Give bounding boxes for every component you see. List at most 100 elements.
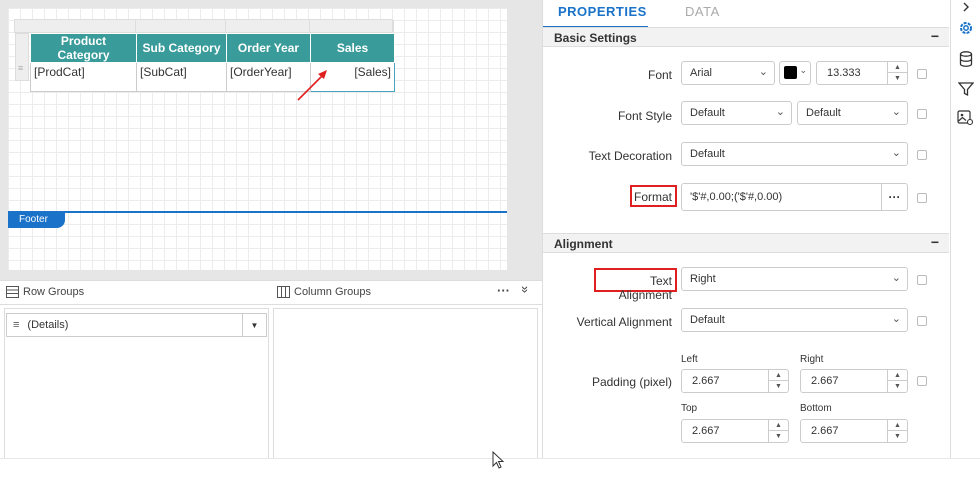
spin-down-icon[interactable]: ▼ <box>769 381 788 392</box>
drag-handle-icon[interactable]: ≡ <box>13 319 19 331</box>
padding-label: Padding (pixel) <box>591 375 672 389</box>
collapse-icon[interactable]: − <box>931 234 939 250</box>
padding-checkbox[interactable] <box>917 376 927 386</box>
padding-right-stepper[interactable]: 2.667 ▲ ▼ <box>800 369 908 393</box>
vertical-alignment-value: Default <box>690 314 725 326</box>
spin-up-icon[interactable]: ▲ <box>888 420 907 431</box>
basic-settings-header[interactable]: Basic Settings − <box>543 27 949 47</box>
padding-left-stepper[interactable]: 2.667 ▲ ▼ <box>681 369 789 393</box>
spin-down-icon[interactable]: ▼ <box>888 431 907 442</box>
font-label: Font <box>647 68 672 82</box>
vertical-alignment-select[interactable]: Default ⌄ <box>681 308 908 332</box>
alignment-title: Alignment <box>554 237 613 251</box>
chevron-down-icon: ⌄ <box>775 106 785 118</box>
format-more-button[interactable]: ··· <box>881 184 907 210</box>
font-style-label: Font Style <box>617 109 672 123</box>
font-weight-value: Default <box>806 107 841 119</box>
spin-up-icon[interactable]: ▲ <box>888 62 907 73</box>
format-field[interactable]: '$'#,0.00;('$'#,0.00) ··· <box>681 183 908 211</box>
tab-properties[interactable]: PROPERTIES <box>558 4 647 19</box>
footer-tab[interactable]: Footer <box>8 211 65 228</box>
row-groups-header[interactable]: Row Groups <box>6 286 84 298</box>
padding-bottom-label: Bottom <box>800 403 832 414</box>
column-groups-label: Column Groups <box>294 286 372 298</box>
more-options-icon: ··· <box>888 190 901 204</box>
text-decoration-value: Default <box>690 148 725 160</box>
text-decoration-checkbox[interactable] <box>917 150 927 160</box>
padding-right-spinner[interactable]: ▲ ▼ <box>887 370 907 392</box>
font-color-swatch <box>784 66 797 79</box>
chevron-down-icon: ⌄ <box>799 65 807 75</box>
spin-up-icon[interactable]: ▲ <box>769 370 788 381</box>
tab-data[interactable]: DATA <box>685 4 720 19</box>
column-groups-list <box>273 308 538 460</box>
database-icon[interactable] <box>951 45 980 73</box>
font-size-stepper[interactable]: 13.333 ▲ ▼ <box>816 61 908 85</box>
font-checkbox[interactable] <box>917 69 927 79</box>
tablix-details-row: [ProdCat] [SubCat] [OrderYear] [Sales] <box>30 62 395 92</box>
footer-divider <box>8 211 507 213</box>
padding-bottom-stepper[interactable]: 2.667 ▲ ▼ <box>800 419 908 443</box>
bottom-strip <box>0 458 980 480</box>
text-decoration-select[interactable]: Default ⌄ <box>681 142 908 166</box>
padding-bottom-value: 2.667 <box>811 425 839 437</box>
grouping-panel-header: Row Groups Column Groups ··· » <box>0 281 542 305</box>
font-family-value: Arial <box>690 67 713 79</box>
chevron-right-icon[interactable] <box>951 0 980 14</box>
padding-bottom-spinner[interactable]: ▲ ▼ <box>887 420 907 442</box>
text-decoration-label: Text Decoration <box>588 149 672 163</box>
chevron-down-icon: ⌄ <box>891 313 901 325</box>
more-options-icon[interactable]: ··· <box>497 283 510 298</box>
collapse-icon[interactable]: − <box>931 28 939 44</box>
font-style-select[interactable]: Default ⌄ <box>681 101 792 125</box>
spin-down-icon[interactable]: ▼ <box>888 73 907 84</box>
header-sales[interactable]: Sales <box>310 33 395 63</box>
header-order-year[interactable]: Order Year <box>226 33 311 63</box>
column-groups-header[interactable]: Column Groups <box>277 286 371 298</box>
font-style-checkbox[interactable] <box>917 109 927 119</box>
font-family-select[interactable]: Arial ⌄ <box>681 61 775 85</box>
format-checkbox[interactable] <box>917 193 927 203</box>
row-groups-label: Row Groups <box>23 286 85 298</box>
padding-left-value: 2.667 <box>692 375 720 387</box>
cell-subcat[interactable]: [SubCat] <box>136 62 227 92</box>
padding-top-stepper[interactable]: 2.667 ▲ ▼ <box>681 419 789 443</box>
text-alignment-select[interactable]: Right ⌄ <box>681 267 908 291</box>
padding-left-spinner[interactable]: ▲ ▼ <box>768 370 788 392</box>
details-group-label: (Details) <box>27 319 69 331</box>
font-size-spinner[interactable]: ▲ ▼ <box>887 62 907 84</box>
padding-top-spinner[interactable]: ▲ ▼ <box>768 420 788 442</box>
image-settings-icon[interactable] <box>951 104 980 132</box>
alignment-header[interactable]: Alignment − <box>543 233 949 253</box>
red-arrow-annotation <box>297 70 327 101</box>
tablix-header-row: Product Category Sub Category Order Year… <box>30 33 395 63</box>
expand-panel-icon[interactable]: » <box>518 286 533 293</box>
column-groups-icon <box>277 286 290 298</box>
header-product-category[interactable]: Product Category <box>30 33 137 63</box>
row-ruler[interactable] <box>15 33 29 81</box>
row-handle-icon[interactable]: ≡ <box>18 63 23 73</box>
gear-icon[interactable] <box>951 14 980 42</box>
tablix-table[interactable]: Product Category Sub Category Order Year… <box>30 33 395 92</box>
padding-right-value: 2.667 <box>811 375 839 387</box>
spin-down-icon[interactable]: ▼ <box>888 381 907 392</box>
format-label: Format <box>633 190 672 204</box>
padding-right-label: Right <box>800 354 824 365</box>
spin-up-icon[interactable]: ▲ <box>888 370 907 381</box>
details-dropdown-button[interactable]: ▼ <box>242 314 266 336</box>
font-style-value: Default <box>690 107 725 119</box>
chevron-down-icon: ⌄ <box>891 272 901 284</box>
filter-icon[interactable] <box>951 75 980 103</box>
format-value: '$'#,0.00;('$'#,0.00) <box>690 191 783 203</box>
cell-prodcat[interactable]: [ProdCat] <box>30 62 137 92</box>
spin-down-icon[interactable]: ▼ <box>769 431 788 442</box>
vertical-alignment-checkbox[interactable] <box>917 316 927 326</box>
column-ruler[interactable] <box>14 19 394 33</box>
font-weight-select[interactable]: Default ⌄ <box>797 101 908 125</box>
details-group-item[interactable]: ≡ (Details) ▼ <box>6 313 267 337</box>
text-alignment-checkbox[interactable] <box>917 275 927 285</box>
padding-top-label: Top <box>681 403 698 414</box>
font-color-picker[interactable]: ⌄ <box>779 61 811 85</box>
header-sub-category[interactable]: Sub Category <box>136 33 227 63</box>
spin-up-icon[interactable]: ▲ <box>769 420 788 431</box>
